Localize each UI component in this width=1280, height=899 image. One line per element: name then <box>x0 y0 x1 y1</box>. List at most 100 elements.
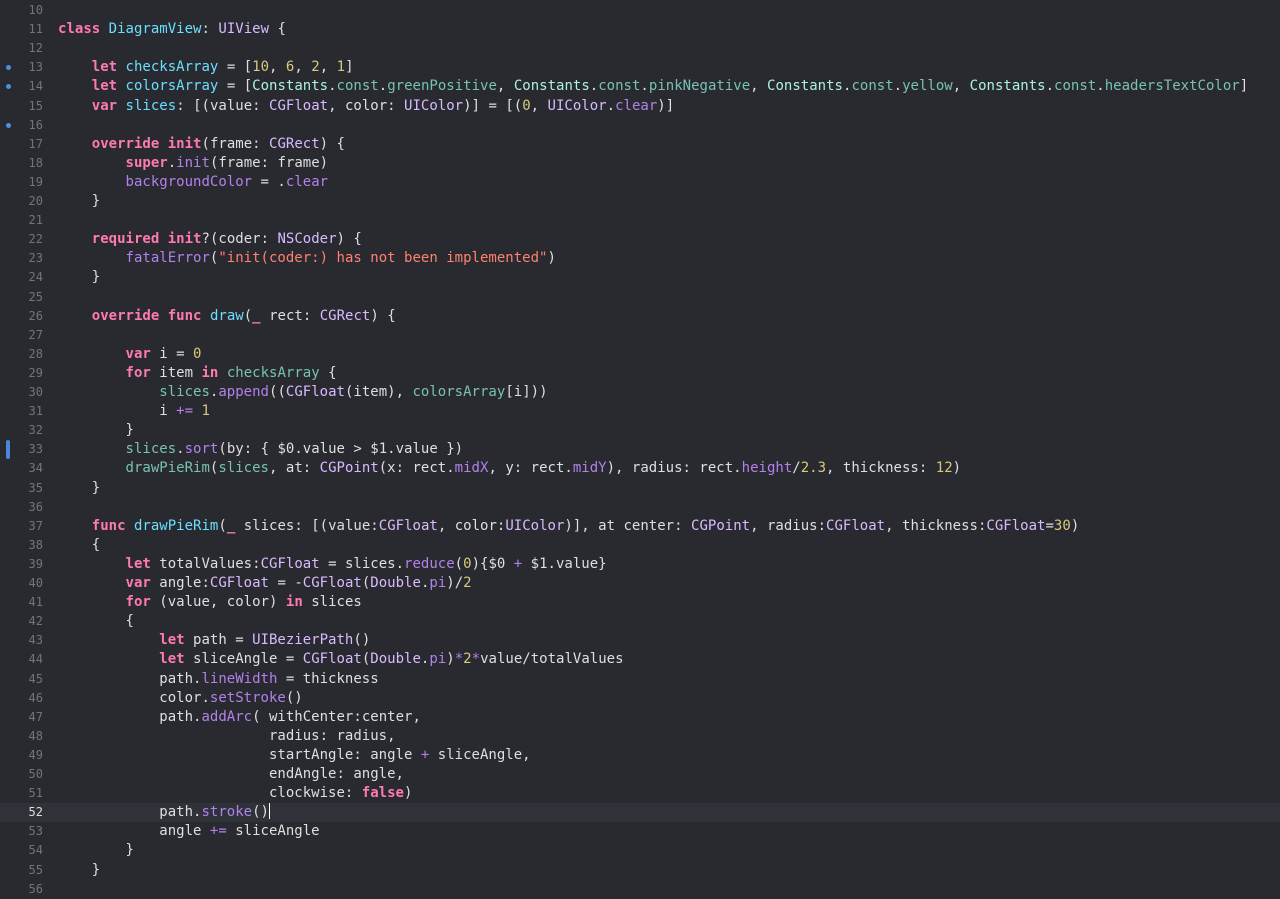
code-line[interactable]: 21 <box>0 211 1280 230</box>
code-line[interactable]: 54 } <box>0 841 1280 860</box>
line-code[interactable]: endAngle: angle, <box>58 765 404 784</box>
line-code[interactable]: let path = UIBezierPath() <box>58 631 370 650</box>
code-line[interactable]: 50 endAngle: angle, <box>0 765 1280 784</box>
line-code[interactable]: angle += sliceAngle <box>58 822 320 841</box>
code-line[interactable]: 42 { <box>0 612 1280 631</box>
code-line[interactable]: 44 let sliceAngle = CGFloat(Double.pi)*2… <box>0 650 1280 669</box>
line-code[interactable]: backgroundColor = .clear <box>58 173 329 192</box>
code-line[interactable]: 15 var slices: [(value: CGFloat, color: … <box>0 97 1280 116</box>
line-code[interactable]: override init(frame: CGRect) { <box>58 135 345 154</box>
line-code[interactable]: super.init(frame: frame) <box>58 154 329 173</box>
code-line[interactable]: 40 var angle:CGFloat = -CGFloat(Double.p… <box>0 574 1280 593</box>
code-line[interactable]: 17 override init(frame: CGRect) { <box>0 135 1280 154</box>
line-code[interactable]: let sliceAngle = CGFloat(Double.pi)*2*va… <box>58 650 624 669</box>
code-line[interactable]: 55 } <box>0 861 1280 880</box>
code-token: Constants <box>252 78 329 95</box>
code-line[interactable]: 47 path.addArc( withCenter:center, <box>0 708 1280 727</box>
code-token: , <box>269 59 286 76</box>
line-code[interactable]: slices.sort(by: { $0.value > $1.value }) <box>58 440 464 459</box>
line-code[interactable]: var angle:CGFloat = -CGFloat(Double.pi)/… <box>58 574 472 593</box>
line-code[interactable]: radius: radius, <box>58 727 396 746</box>
code-line[interactable]: 49 startAngle: angle + sliceAngle, <box>0 746 1280 765</box>
line-code[interactable]: fatalError("init(coder:) has not been im… <box>58 249 556 268</box>
code-line[interactable]: 53 angle += sliceAngle <box>0 822 1280 841</box>
code-line[interactable]: 29 for item in checksArray { <box>0 364 1280 383</box>
code-line[interactable]: 27 <box>0 326 1280 345</box>
code-token: NSCoder <box>277 231 337 248</box>
line-code[interactable]: } <box>58 861 100 880</box>
code-line[interactable]: 33 slices.sort(by: { $0.value > $1.value… <box>0 440 1280 459</box>
code-token: func <box>167 307 202 324</box>
code-line[interactable]: 48 radius: radius, <box>0 727 1280 746</box>
line-code[interactable]: path.stroke() <box>58 803 270 822</box>
code-line[interactable]: 16 <box>0 116 1280 135</box>
code-line[interactable]: 11 class DiagramView: UIView { <box>0 20 1280 39</box>
code-line[interactable]: 24 } <box>0 268 1280 287</box>
code-line[interactable]: 41 for (value, color) in slices <box>0 593 1280 612</box>
line-code[interactable]: } <box>58 841 134 860</box>
code-line[interactable]: 43 let path = UIBezierPath() <box>0 631 1280 650</box>
code-token: CGFloat <box>302 651 362 668</box>
line-code[interactable]: startAngle: angle + sliceAngle, <box>58 746 531 765</box>
code-line[interactable]: 45 path.lineWidth = thickness <box>0 670 1280 689</box>
line-code[interactable]: { <box>58 536 100 555</box>
code-line[interactable]: 18 super.init(frame: frame) <box>0 154 1280 173</box>
line-code[interactable]: let totalValues:CGFloat = slices.reduce(… <box>58 555 607 574</box>
line-code[interactable]: } <box>58 192 100 211</box>
code-line[interactable]: 56 <box>0 880 1280 899</box>
line-code[interactable]: required init?(coder: NSCoder) { <box>58 230 362 249</box>
line-code[interactable]: drawPieRim(slices, at: CGPoint(x: rect.m… <box>58 459 962 478</box>
line-code[interactable]: path.addArc( withCenter:center, <box>58 708 421 727</box>
line-code[interactable]: } <box>58 479 100 498</box>
line-code[interactable]: class DiagramView: UIView { <box>58 20 286 39</box>
code-line[interactable]: 22 required init?(coder: NSCoder) { <box>0 230 1280 249</box>
code-line[interactable]: 14 let colorsArray = [Constants.const.gr… <box>0 77 1280 96</box>
line-code[interactable]: var slices: [(value: CGFloat, color: UIC… <box>58 97 674 116</box>
code-token: var <box>125 575 151 591</box>
code-line[interactable]: 12 <box>0 39 1280 58</box>
code-line[interactable]: 39 let totalValues:CGFloat = slices.redu… <box>0 555 1280 574</box>
code-token: pi <box>429 575 447 591</box>
code-token: CGRect <box>319 307 371 324</box>
code-line[interactable]: 19 backgroundColor = .clear <box>0 173 1280 192</box>
line-code[interactable]: let checksArray = [10, 6, 2, 1] <box>58 58 354 77</box>
line-code[interactable]: for (value, color) in slices <box>58 593 362 612</box>
code-line[interactable]: 37 func drawPieRim(_ slices: [(value:CGF… <box>0 517 1280 536</box>
line-code[interactable]: slices.append((CGFloat(item), colorsArra… <box>58 383 548 402</box>
line-code[interactable]: } <box>58 421 134 440</box>
line-code[interactable]: { <box>58 612 134 631</box>
line-code[interactable]: color.setStroke() <box>58 689 303 708</box>
code-line[interactable]: 23 fatalError("init(coder:) has not been… <box>0 249 1280 268</box>
code-token: (item), <box>344 384 413 400</box>
line-code[interactable]: } <box>58 268 100 287</box>
code-editor[interactable]: 10 11 class DiagramView: UIView {12 13 let … <box>0 0 1280 899</box>
code-line[interactable]: 31 i += 1 <box>0 402 1280 421</box>
line-code[interactable]: for item in checksArray { <box>58 364 337 383</box>
code-line[interactable]: 35 } <box>0 479 1280 498</box>
code-line[interactable]: 13 let checksArray = [10, 6, 2, 1] <box>0 58 1280 77</box>
code-line[interactable]: 38 { <box>0 536 1280 555</box>
code-line[interactable]: 25 <box>0 288 1280 307</box>
code-token: in <box>201 364 219 381</box>
line-code[interactable]: path.lineWidth = thickness <box>58 670 379 689</box>
code-line[interactable]: 34 drawPieRim(slices, at: CGPoint(x: rec… <box>0 459 1280 478</box>
line-code[interactable]: i += 1 <box>58 402 210 421</box>
line-code[interactable]: clockwise: false) <box>58 784 412 803</box>
code-line[interactable]: 30 slices.append((CGFloat(item), colorsA… <box>0 383 1280 402</box>
line-code[interactable]: func drawPieRim(_ slices: [(value:CGFloa… <box>58 517 1079 536</box>
code-line[interactable]: 20 } <box>0 192 1280 211</box>
code-token: sliceAngle, <box>429 746 531 763</box>
code-line[interactable]: 10 <box>0 1 1280 20</box>
code-line[interactable]: 52 path.stroke() <box>0 803 1280 823</box>
code-token: for <box>125 594 151 611</box>
line-code[interactable]: override func draw(_ rect: CGRect) { <box>58 307 396 326</box>
code-line[interactable]: 32 } <box>0 421 1280 440</box>
code-line[interactable]: 51 clockwise: false) <box>0 784 1280 803</box>
code-token: endAngle: angle, <box>58 766 404 782</box>
code-line[interactable]: 46 color.setStroke() <box>0 689 1280 708</box>
line-code[interactable]: var i = 0 <box>58 345 202 364</box>
code-line[interactable]: 28 var i = 0 <box>0 345 1280 364</box>
code-line[interactable]: 26 override func draw(_ rect: CGRect) { <box>0 307 1280 326</box>
line-code[interactable]: let colorsArray = [Constants.const.green… <box>58 77 1248 96</box>
code-line[interactable]: 36 <box>0 498 1280 517</box>
